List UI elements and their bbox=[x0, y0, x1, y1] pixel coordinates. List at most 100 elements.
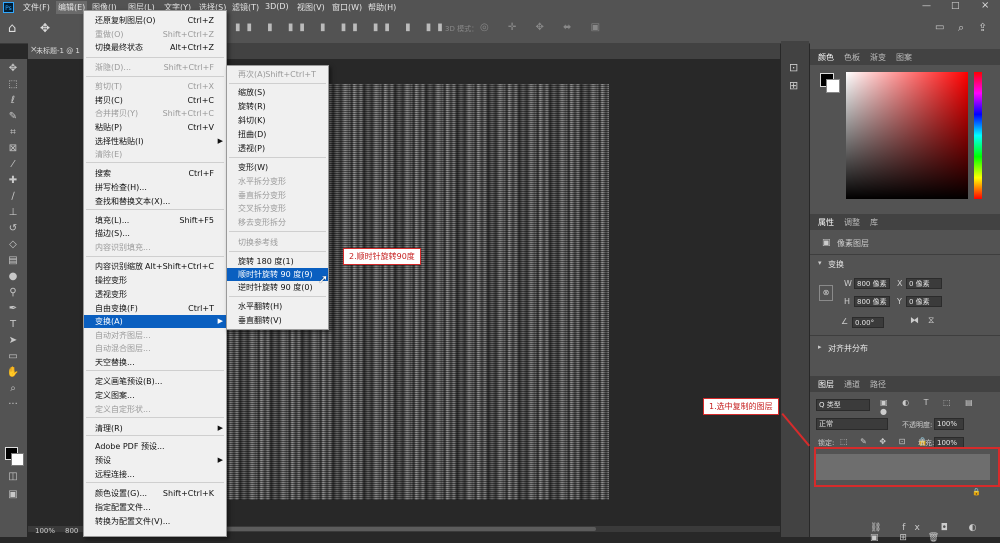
color_panel-tab-1[interactable]: 色板 bbox=[844, 52, 860, 63]
edit_menu-item-23[interactable]: 天空替换... bbox=[84, 356, 226, 369]
transform_menu-item-3[interactable]: 斜切(K) bbox=[227, 114, 328, 127]
dodge-tool-icon[interactable]: ⚲ bbox=[6, 287, 20, 299]
pen-tool-icon[interactable]: ✒ bbox=[6, 303, 20, 315]
more-tools-icon[interactable]: ··· bbox=[6, 399, 20, 411]
properties_panel-tab-0[interactable]: 属性 bbox=[818, 217, 834, 228]
quick-select-tool-icon[interactable]: ✎ bbox=[6, 111, 20, 123]
layers_panel-tab-1[interactable]: 通道 bbox=[844, 379, 860, 390]
color_panel-tab-2[interactable]: 渐变 bbox=[870, 52, 886, 63]
transform_menu-item-6[interactable]: 变形(W) bbox=[227, 161, 328, 174]
align-chevron-icon[interactable]: ▸ bbox=[818, 343, 822, 351]
rectangle-tool-icon[interactable]: ▭ bbox=[6, 351, 20, 363]
edit_menu-item-0[interactable]: 还原复制图层(O) Ctrl+Z bbox=[84, 14, 226, 27]
edit_menu-item-25[interactable]: 定义图案... bbox=[84, 389, 226, 402]
bg-color-swatch[interactable] bbox=[826, 79, 840, 93]
menu-6[interactable]: 滤镜(T) bbox=[232, 2, 259, 13]
menu-7[interactable]: 3D(D) bbox=[265, 2, 289, 11]
home-icon[interactable]: ⌂ bbox=[8, 21, 16, 36]
edit_menu-item-2[interactable]: 切换最终状态 Alt+Ctrl+Z bbox=[84, 41, 226, 54]
width-input[interactable]: 800 像素 bbox=[854, 278, 890, 289]
gradient-tool-icon[interactable]: ▤ bbox=[6, 255, 20, 267]
zoom-readout[interactable]: 100% bbox=[35, 527, 55, 535]
document-tab[interactable]: × 未标题-1 @ 1 bbox=[28, 43, 88, 59]
edit_menu-item-30[interactable]: 远程连接... bbox=[84, 468, 226, 481]
transform_menu-item-14[interactable]: 逆时针旋转 90 度(0) bbox=[227, 281, 328, 294]
edit_menu-item-33[interactable]: 转换为配置文件(V)... bbox=[84, 515, 226, 528]
eraser-tool-icon[interactable]: ◇ bbox=[6, 239, 20, 251]
flip-horizontal-icon[interactable]: ⧓ bbox=[910, 316, 919, 326]
window-minimize-icon[interactable]: — bbox=[922, 1, 931, 11]
quick-mask-icon[interactable]: ◫ bbox=[6, 471, 20, 483]
transform_menu-item-1[interactable]: 缩放(S) bbox=[227, 86, 328, 99]
color-picker-field[interactable] bbox=[846, 72, 968, 199]
edit_menu-item-5[interactable]: 拷贝(C) Ctrl+C bbox=[84, 94, 226, 107]
share-icon[interactable]: ⇪ bbox=[978, 21, 987, 34]
hand-tool-icon[interactable]: ✋ bbox=[6, 367, 20, 379]
menu-10[interactable]: 帮助(H) bbox=[368, 2, 396, 13]
clone-stamp-tool-icon[interactable]: ⊥ bbox=[6, 207, 20, 219]
edit_menu-item-10[interactable]: 搜索 Ctrl+F bbox=[84, 167, 226, 180]
edit_menu-item-18[interactable]: 透视变形 bbox=[84, 288, 226, 301]
properties_panel-tab-1[interactable]: 调整 bbox=[844, 217, 860, 228]
flip-vertical-icon[interactable]: ⧖ bbox=[928, 316, 934, 326]
move-tool-icon[interactable]: ✥ bbox=[6, 63, 20, 75]
hue-slider[interactable] bbox=[974, 72, 982, 199]
y-input[interactable]: 0 像素 bbox=[906, 296, 942, 307]
x-input[interactable]: 0 像素 bbox=[906, 278, 942, 289]
edit_menu-item-7[interactable]: 粘贴(P) Ctrl+V bbox=[84, 121, 226, 134]
layers_panel-tab-2[interactable]: 路径 bbox=[870, 379, 886, 390]
edit_menu-item-17[interactable]: 操控变形 bbox=[84, 274, 226, 287]
workspace-icon[interactable]: ▭ bbox=[935, 22, 944, 33]
screen-mode-icon[interactable]: ▣ bbox=[6, 489, 20, 501]
zoom-tool-icon[interactable]: ⌕ bbox=[6, 383, 20, 395]
healing-brush-tool-icon[interactable]: ✚ bbox=[6, 175, 20, 187]
transform_menu-item-15[interactable]: 水平翻转(H) bbox=[227, 300, 328, 313]
color_panel-tab-3[interactable]: 图案 bbox=[896, 52, 912, 63]
path-select-tool-icon[interactable]: ➤ bbox=[6, 335, 20, 347]
menu-0[interactable]: 文件(F) bbox=[23, 2, 50, 13]
properties-panel-icon[interactable]: ⊞ bbox=[789, 79, 798, 92]
window-maximize-icon[interactable]: □ bbox=[951, 1, 960, 11]
menu-9[interactable]: 窗口(W) bbox=[332, 2, 362, 13]
angle-input[interactable]: 0.00° bbox=[852, 317, 884, 328]
window-close-icon[interactable]: × bbox=[981, 0, 989, 11]
edit_menu-item-24[interactable]: 定义画笔预设(B)... bbox=[84, 375, 226, 388]
frame-tool-icon[interactable]: ⊠ bbox=[6, 143, 20, 155]
edit_menu-item-29[interactable]: 预设 ▶ bbox=[84, 454, 226, 467]
transform_menu-item-2[interactable]: 旋转(R) bbox=[227, 100, 328, 113]
edit_menu-item-27[interactable]: 清理(R) ▶ bbox=[84, 422, 226, 435]
edit_menu-item-11[interactable]: 拼写检查(H)... bbox=[84, 181, 226, 194]
edit_menu-item-14[interactable]: 描边(S)... bbox=[84, 227, 226, 240]
edit_menu-item-8[interactable]: 选择性粘贴(I) ▶ bbox=[84, 135, 226, 148]
height-input[interactable]: 800 像素 bbox=[854, 296, 890, 307]
edit_menu-item-16[interactable]: 内容识别缩放 Alt+Shift+Ctrl+C bbox=[84, 260, 226, 273]
blur-tool-icon[interactable]: ● bbox=[6, 271, 20, 283]
background-color-swatch[interactable] bbox=[11, 453, 24, 466]
layer-filter-select[interactable]: Q 类型 bbox=[816, 399, 870, 411]
transform_menu-item-16[interactable]: 垂直翻转(V) bbox=[227, 314, 328, 327]
history-brush-tool-icon[interactable]: ↺ bbox=[6, 223, 20, 235]
marquee-tool-icon[interactable]: ⬚ bbox=[6, 79, 20, 91]
eyedropper-tool-icon[interactable]: ⁄ bbox=[6, 159, 20, 171]
brush-tool-icon[interactable]: ∕ bbox=[6, 191, 20, 203]
edit_menu-item-32[interactable]: 指定配置文件... bbox=[84, 501, 226, 514]
blend-mode-select[interactable]: 正常 bbox=[816, 418, 888, 430]
properties_panel-tab-2[interactable]: 库 bbox=[870, 217, 878, 228]
transform-chevron-icon[interactable]: ▾ bbox=[818, 259, 822, 267]
color_panel-tab-0[interactable]: 颜色 bbox=[818, 52, 834, 63]
layers_panel-tab-0[interactable]: 图层 bbox=[818, 379, 834, 390]
search-icon[interactable]: ⌕ bbox=[958, 21, 964, 35]
transform_menu-item-12[interactable]: 旋转 180 度(1) bbox=[227, 255, 328, 268]
edit_menu-item-28[interactable]: Adobe PDF 预设... bbox=[84, 440, 226, 453]
link-dimensions-icon[interactable]: ⊗ bbox=[819, 285, 833, 301]
edit_menu-item-12[interactable]: 查找和替换文本(X)... bbox=[84, 195, 226, 208]
transform_menu-item-5[interactable]: 透视(P) bbox=[227, 142, 328, 155]
opacity-input[interactable]: 100% bbox=[934, 418, 964, 430]
edit_menu-item-19[interactable]: 自由变换(F) Ctrl+T bbox=[84, 302, 226, 315]
edit_menu-item-13[interactable]: 填充(L)... Shift+F5 bbox=[84, 214, 226, 227]
edit_menu-item-31[interactable]: 颜色设置(G)... Shift+Ctrl+K bbox=[84, 487, 226, 500]
transform_menu-item-13[interactable]: 顺时针旋转 90 度(9) bbox=[227, 268, 328, 281]
move-tool-icon[interactable]: ✥ bbox=[40, 21, 50, 35]
history-panel-icon[interactable]: ⊡ bbox=[789, 61, 798, 74]
canvas-scrollbar-thumb[interactable] bbox=[220, 527, 596, 531]
